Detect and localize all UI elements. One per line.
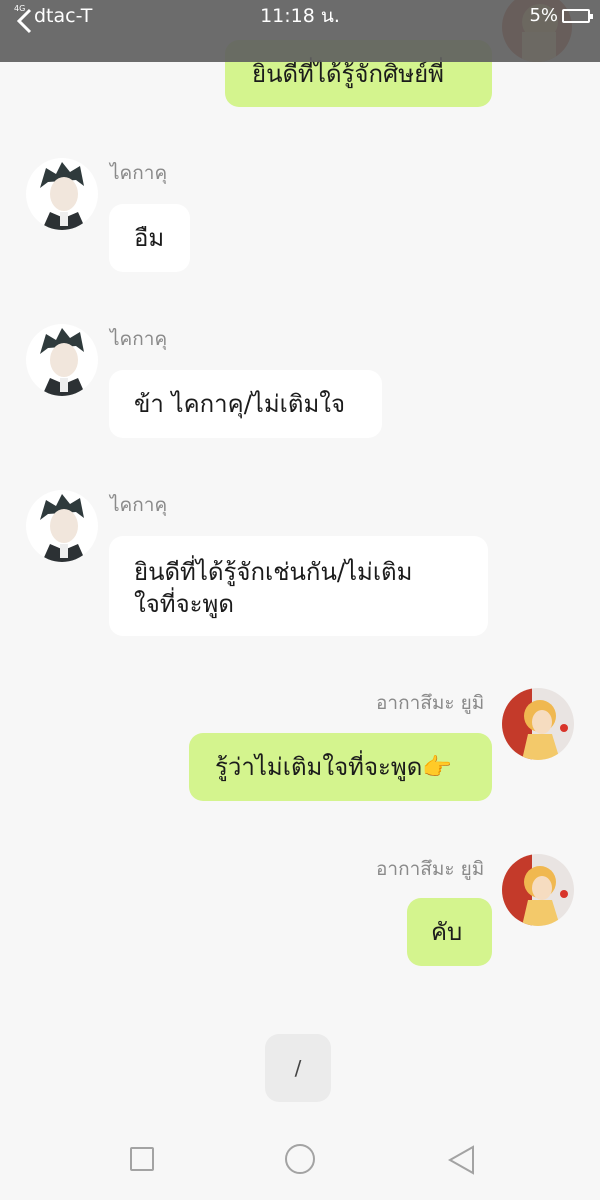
sender-name: อากาสึมะ ยูมิ — [376, 692, 485, 714]
message-bubble-outgoing[interactable]: รู้ว่าไม่เติมใจที่จะพูด👉 — [189, 733, 492, 801]
message-bubble-incoming[interactable]: อืม — [109, 204, 190, 272]
message-text-line: ใจที่จะพูด — [134, 590, 234, 618]
avatar[interactable] — [26, 490, 98, 562]
battery-icon — [562, 9, 593, 23]
message-bubble-incoming[interactable]: ยินดีที่ได้รู้จักเช่นกัน/ไม่เติม ใจที่จะ… — [109, 536, 488, 636]
message-text: รู้ว่าไม่เติมใจที่จะพูด👉 — [215, 753, 453, 781]
avatar[interactable] — [502, 854, 574, 926]
sender-name: ไคกาคุ — [110, 328, 168, 350]
message-text: ยินดีที่ได้รู้จักศิษย์พี่ — [252, 60, 444, 88]
clock: 11:18 น. — [260, 5, 340, 27]
message-text: คับ — [431, 918, 463, 946]
page-indicator-button[interactable]: / — [265, 1034, 331, 1102]
circle-icon[interactable] — [280, 1142, 320, 1178]
message-text: ข้า ไคกาคุ/ไม่เติมใจ — [134, 390, 346, 418]
status-right-group: 5% — [529, 4, 593, 28]
square-icon[interactable] — [122, 1142, 162, 1178]
battery-percent: 5% — [529, 5, 558, 26]
navigation-bar — [0, 1120, 600, 1200]
triangle-back-icon[interactable] — [440, 1142, 480, 1178]
sender-name: ไคกาคุ — [110, 162, 168, 184]
avatar[interactable] — [502, 688, 574, 760]
sender-name: อากาสึมะ ยูมิ — [376, 858, 485, 880]
message-text: อืม — [134, 224, 165, 252]
sender-name: ไคกาคุ — [110, 494, 168, 516]
avatar[interactable] — [26, 158, 98, 230]
message-text-line: ยินดีที่ได้รู้จักเช่นกัน/ไม่เติม — [134, 558, 413, 586]
status-bar: 4G dtac-T 11:18 น. 5% — [0, 0, 600, 62]
message-bubble-incoming[interactable]: ข้า ไคกาคุ/ไม่เติมใจ — [109, 370, 382, 438]
message-bubble-outgoing[interactable]: คับ — [407, 898, 492, 966]
avatar[interactable] — [26, 324, 98, 396]
